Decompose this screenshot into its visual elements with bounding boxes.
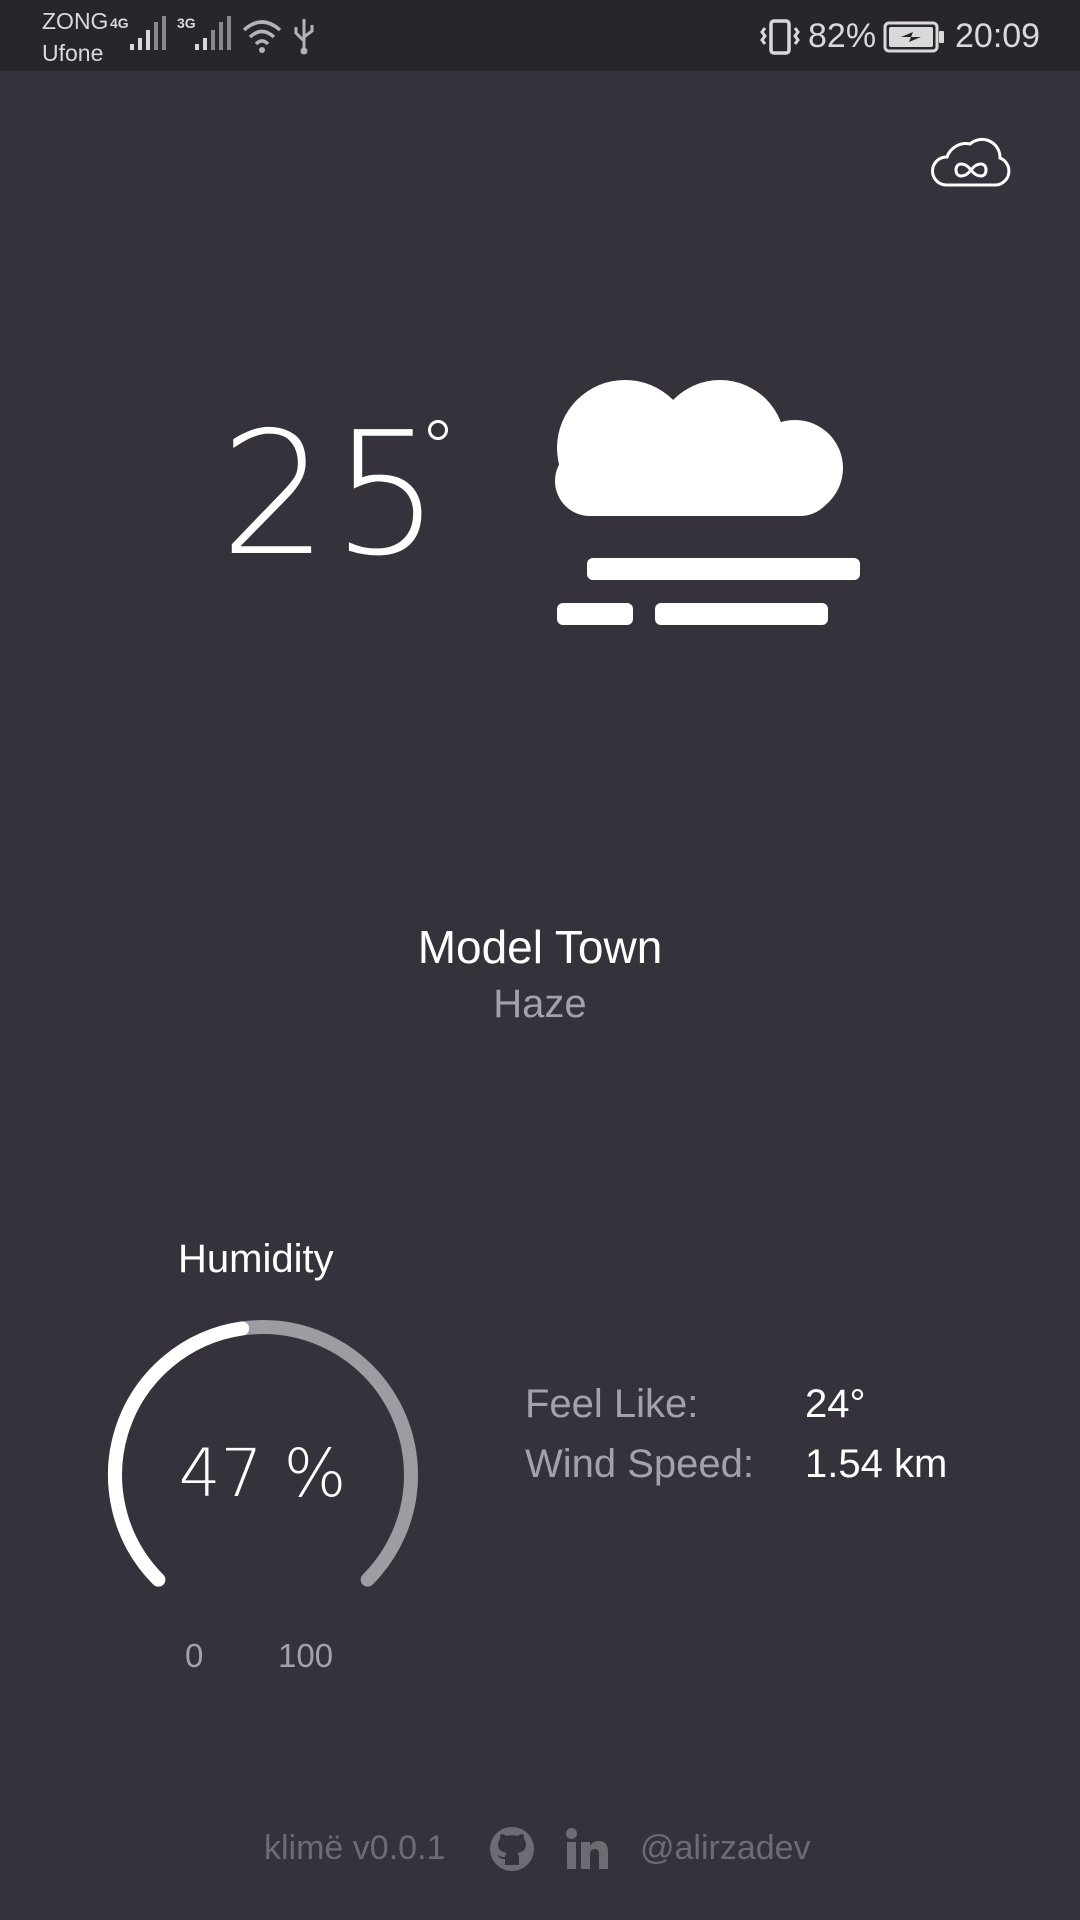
signal-icon [130,16,166,50]
app-version: klimë v0.0.1 [264,1829,446,1867]
clock: 20:09 [955,17,1041,55]
temperature-value: 25 [220,396,445,594]
feel-like-label: Feel Like: [525,1382,699,1426]
status-bar: ZONG Ufone 4G 3G 82% 20:09 [0,0,1080,71]
usb-icon [294,19,314,55]
city-name: Model Town [417,921,663,973]
carrier-name: ZONG [42,8,109,34]
gauge-min-label: 0 [185,1637,204,1674]
degree-symbol [428,420,448,440]
battery-percentage: 82% [808,17,877,55]
wind-speed-value: 1.54 km [805,1442,948,1486]
network-type: 4G [110,15,129,31]
author-handle[interactable]: @alirzadev [640,1829,811,1868]
gauge-max-label: 100 [278,1637,334,1674]
signal-icon [195,16,231,50]
humidity-title: Humidity [178,1237,334,1281]
vibrate-icon [760,19,800,55]
linkedin-icon[interactable] [565,1827,609,1871]
haze-icon [555,380,860,625]
humidity-value: 47 % [178,1435,347,1512]
battery-charging-icon [883,21,944,53]
wifi-icon [242,20,282,53]
cloud-infinity-icon[interactable] [930,133,1012,189]
github-icon[interactable] [488,1825,536,1873]
wind-speed-label: Wind Speed: [525,1442,755,1486]
feel-like-value: 24° [805,1382,866,1426]
weather-condition: Haze [493,982,587,1026]
carrier-name: Ufone [42,40,104,66]
